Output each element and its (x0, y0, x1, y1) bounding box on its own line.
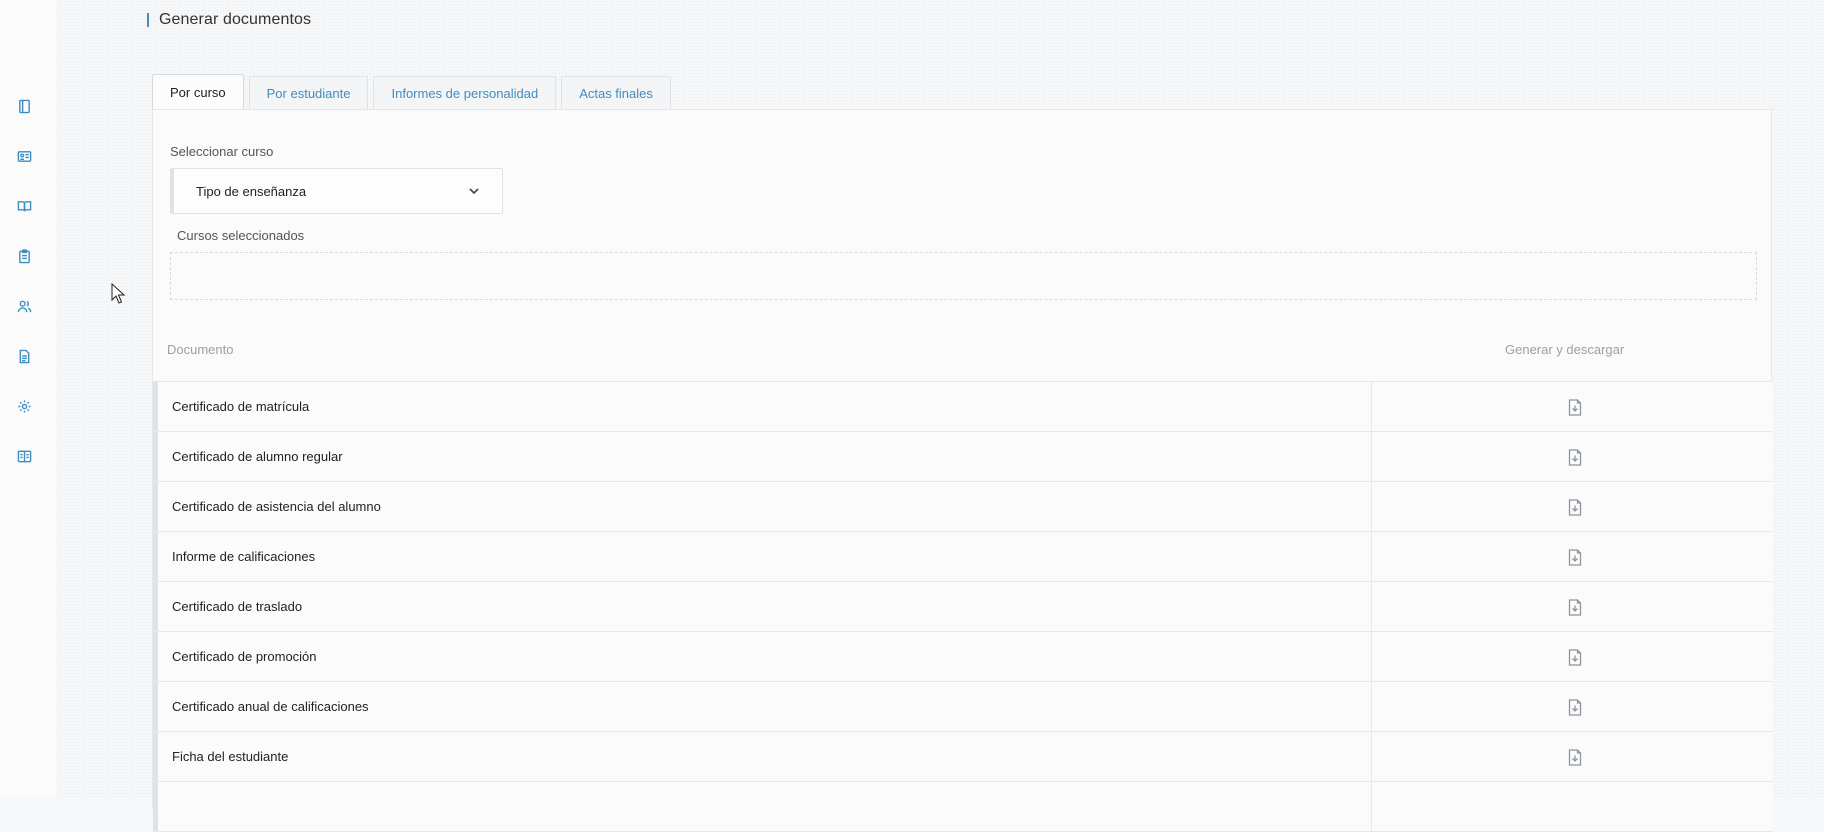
download-file-icon[interactable] (1566, 648, 1584, 666)
document-table: Certificado de matrícula Certificado de … (153, 381, 1773, 832)
column-divider (1371, 482, 1372, 531)
course-type-select[interactable]: Tipo de enseñanza (170, 168, 503, 214)
reading-book-icon[interactable] (16, 448, 32, 464)
document-name: Certificado de matrícula (172, 399, 310, 414)
download-file-icon[interactable] (1566, 598, 1584, 616)
document-icon[interactable] (16, 348, 32, 364)
table-header: Documento Generar y descargar (153, 335, 1773, 365)
download-file-icon[interactable] (1566, 698, 1584, 716)
tab-por-estudiante[interactable]: Por estudiante (248, 76, 369, 110)
document-name: Certificado de asistencia del alumno (172, 499, 381, 514)
column-divider (1371, 732, 1372, 781)
open-book-icon[interactable] (16, 198, 32, 214)
tab-por-curso[interactable]: Por curso (152, 74, 244, 110)
gear-icon[interactable] (16, 398, 32, 414)
select-course-label: Seleccionar curso (170, 144, 274, 159)
header-accent-bar (147, 13, 149, 27)
column-divider (1371, 582, 1372, 631)
column-divider (1371, 682, 1372, 731)
document-name: Certificado de traslado (172, 599, 303, 614)
notebook-icon[interactable] (16, 98, 32, 114)
table-row (153, 782, 1773, 832)
download-file-icon[interactable] (1566, 548, 1584, 566)
table-row: Certificado anual de calificaciones (153, 682, 1773, 732)
document-name: Certificado de promoción (172, 649, 317, 664)
tab-panel: Seleccionar curso Tipo de enseñanza Curs… (152, 109, 1773, 832)
document-name: Informe de calificaciones (172, 549, 316, 564)
column-header-generate: Generar y descargar (1505, 342, 1625, 357)
column-divider (1371, 632, 1372, 681)
course-type-select-value: Tipo de enseñanza (196, 183, 307, 199)
table-row: Certificado de traslado (153, 582, 1773, 632)
page-title: Generar documentos (159, 11, 312, 28)
tab-bar: Por curso Por estudiante Informes de per… (152, 74, 676, 110)
download-file-icon[interactable] (1566, 748, 1584, 766)
selected-courses-area[interactable] (170, 252, 1757, 300)
table-row: Certificado de asistencia del alumno (153, 482, 1773, 532)
column-divider (1371, 432, 1372, 481)
users-icon[interactable] (16, 298, 32, 314)
table-row: Informe de calificaciones (153, 532, 1773, 582)
sidebar (0, 0, 56, 798)
clipboard-icon[interactable] (16, 248, 32, 264)
id-card-icon[interactable] (16, 148, 32, 164)
column-divider (1371, 382, 1372, 431)
download-file-icon[interactable] (1566, 448, 1584, 466)
document-name: Certificado anual de calificaciones (172, 699, 369, 714)
column-header-document: Documento (167, 342, 234, 357)
download-file-icon[interactable] (1566, 398, 1584, 416)
tab-informes-personalidad[interactable]: Informes de personalidad (373, 76, 557, 110)
download-file-icon[interactable] (1566, 498, 1584, 516)
page-header: Generar documentos (147, 8, 311, 32)
table-row: Ficha del estudiante (153, 732, 1773, 782)
chevron-down-icon (468, 185, 480, 197)
document-name: Certificado de alumno regular (172, 449, 343, 464)
mouse-cursor-icon (111, 282, 126, 305)
document-name: Ficha del estudiante (172, 749, 289, 764)
column-divider (1371, 532, 1372, 581)
table-row: Certificado de matrícula (153, 382, 1773, 432)
table-row: Certificado de promoción (153, 632, 1773, 682)
column-divider (1371, 782, 1372, 831)
table-row: Certificado de alumno regular (153, 432, 1773, 482)
selected-courses-label: Cursos seleccionados (177, 228, 305, 243)
tab-actas-finales[interactable]: Actas finales (561, 76, 671, 110)
